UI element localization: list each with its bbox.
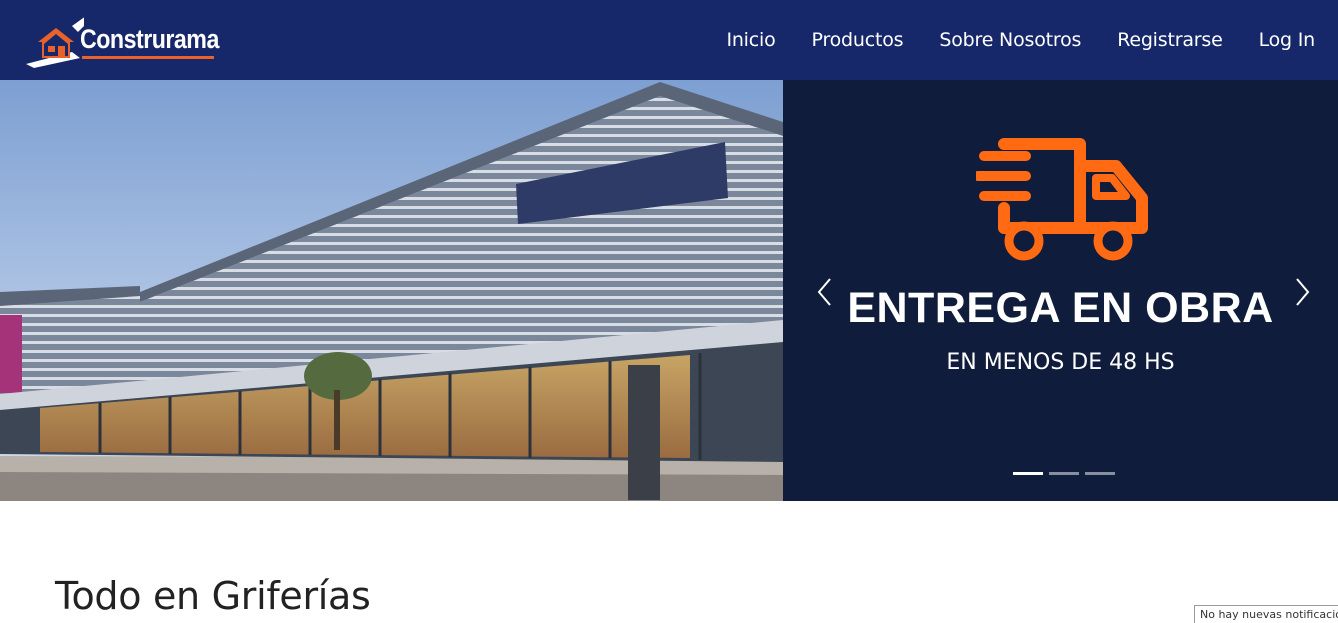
chevron-right-icon [1296, 278, 1310, 306]
promo-slide: ENTREGA EN OBRA EN MENOS DE 48 HS [783, 80, 1338, 501]
chevron-left-icon [817, 278, 831, 306]
nav-link-registrarse[interactable]: Registrarse [1117, 29, 1223, 51]
nav-link-productos[interactable]: Productos [812, 29, 904, 51]
carousel-prev-button[interactable] [814, 276, 836, 308]
carousel-indicators [1013, 472, 1121, 475]
main-nav: Inicio Productos Sobre Nosotros Registra… [726, 0, 1315, 80]
house-trowel-icon [26, 17, 84, 68]
carousel-indicator-1[interactable] [1013, 472, 1043, 475]
top-navbar: Construrama Inicio Productos Sobre Nosot… [0, 0, 1338, 80]
carousel-indicator-3[interactable] [1085, 472, 1115, 475]
brand-underline [82, 56, 214, 59]
nav-link-log-in[interactable]: Log In [1259, 29, 1316, 51]
nav-link-sobre-nosotros[interactable]: Sobre Nosotros [939, 29, 1081, 51]
store-building-image [0, 80, 783, 501]
section-title: Todo en Griferías [55, 574, 371, 618]
carousel-indicator-2[interactable] [1049, 472, 1079, 475]
promo-subtitle: EN MENOS DE 48 HS [946, 350, 1175, 375]
nav-link-inicio[interactable]: Inicio [726, 29, 775, 51]
carousel-next-button[interactable] [1291, 276, 1313, 308]
delivery-truck-icon [976, 138, 1148, 261]
brand-logo[interactable]: Construrama [24, 14, 224, 70]
promo-title: ENTREGA EN OBRA [847, 284, 1274, 332]
hero-carousel: ENTREGA EN OBRA EN MENOS DE 48 HS [0, 80, 1338, 501]
brand-name: Construrama [80, 24, 219, 54]
notification-toast[interactable]: No hay nuevas notificacio [1194, 605, 1338, 623]
